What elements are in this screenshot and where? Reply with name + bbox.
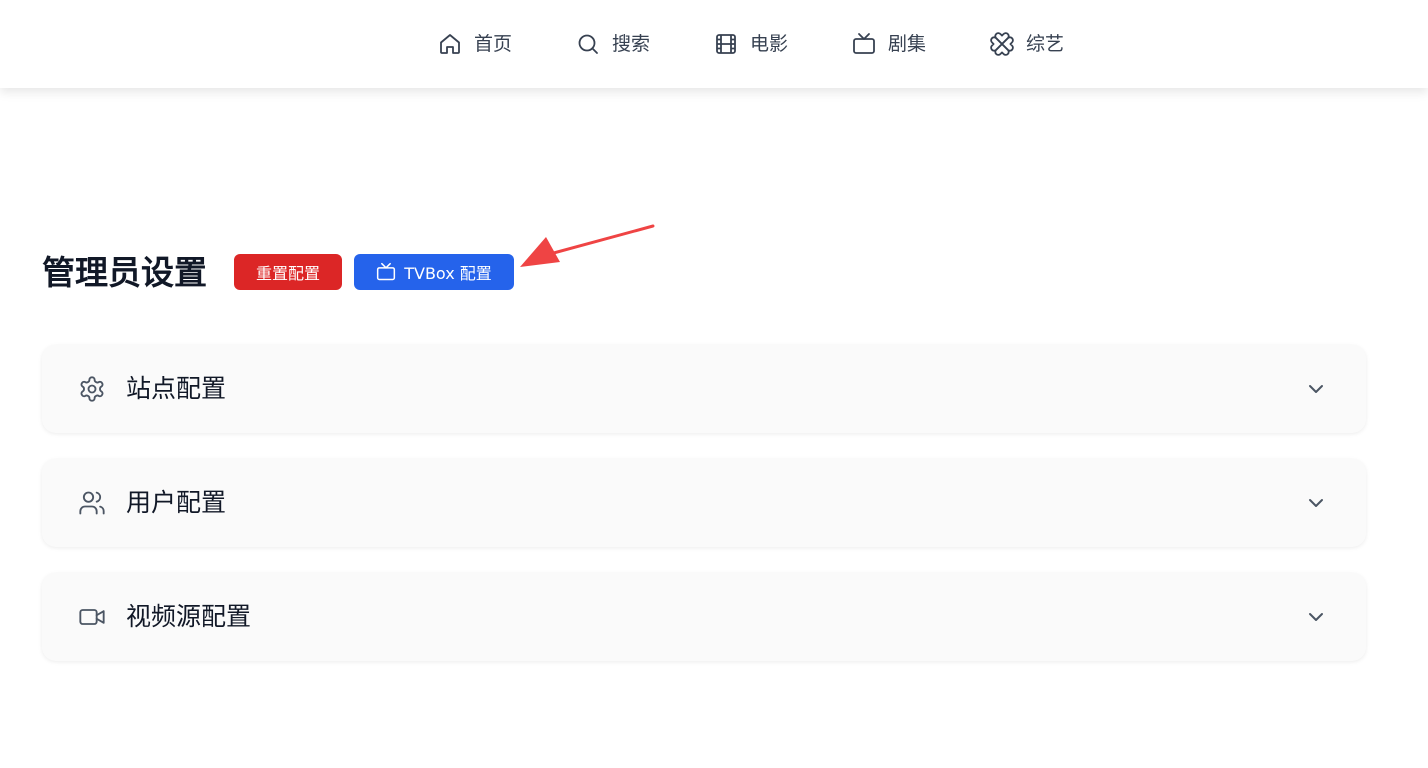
clover-icon bbox=[990, 32, 1014, 56]
panel-title: 用户配置 bbox=[126, 488, 227, 517]
panel-user-config[interactable]: 用户配置 bbox=[42, 459, 1366, 547]
panel-video-source-config[interactable]: 视频源配置 bbox=[42, 573, 1366, 661]
home-icon bbox=[438, 32, 462, 56]
video-icon bbox=[78, 603, 106, 631]
tv-icon bbox=[376, 262, 396, 282]
page-title: 管理员设置 bbox=[42, 253, 207, 292]
tvbox-config-label: TVBox 配置 bbox=[404, 264, 492, 283]
nav-item-label: 剧集 bbox=[888, 33, 927, 55]
gear-icon bbox=[78, 375, 106, 403]
reset-config-button[interactable]: 重置配置 bbox=[234, 254, 342, 290]
panel-title: 视频源配置 bbox=[126, 602, 252, 631]
nav-item-label: 电影 bbox=[750, 33, 789, 55]
reset-config-label: 重置配置 bbox=[255, 264, 320, 283]
nav-item-home[interactable]: 首页 bbox=[438, 0, 512, 88]
nav-item-movies[interactable]: 电影 bbox=[714, 0, 788, 88]
top-navigation-bar: 首页 搜索 电影 剧集 综艺 bbox=[0, 0, 1428, 88]
tv-icon bbox=[852, 32, 876, 56]
tvbox-config-button[interactable]: TVBox 配置 bbox=[354, 254, 514, 290]
nav-item-series[interactable]: 剧集 bbox=[852, 0, 926, 88]
chevron-down-icon[interactable] bbox=[1304, 377, 1328, 401]
users-icon bbox=[78, 489, 106, 517]
panel-title: 站点配置 bbox=[126, 374, 227, 403]
search-icon bbox=[576, 32, 600, 56]
chevron-down-icon[interactable] bbox=[1304, 491, 1328, 515]
nav-item-variety[interactable]: 综艺 bbox=[990, 0, 1064, 88]
admin-settings-content: 管理员设置 重置配置 TVBox 配置 站点配置 用户配置 视频源配置 bbox=[0, 88, 1428, 768]
annotation-arrow-icon bbox=[520, 224, 655, 267]
nav-item-label: 首页 bbox=[474, 33, 513, 55]
panel-site-config[interactable]: 站点配置 bbox=[42, 345, 1366, 433]
nav-item-search[interactable]: 搜索 bbox=[576, 0, 650, 88]
nav-item-label: 综艺 bbox=[1026, 33, 1065, 55]
film-icon bbox=[714, 32, 738, 56]
chevron-down-icon[interactable] bbox=[1304, 605, 1328, 629]
nav-item-label: 搜索 bbox=[612, 33, 651, 55]
